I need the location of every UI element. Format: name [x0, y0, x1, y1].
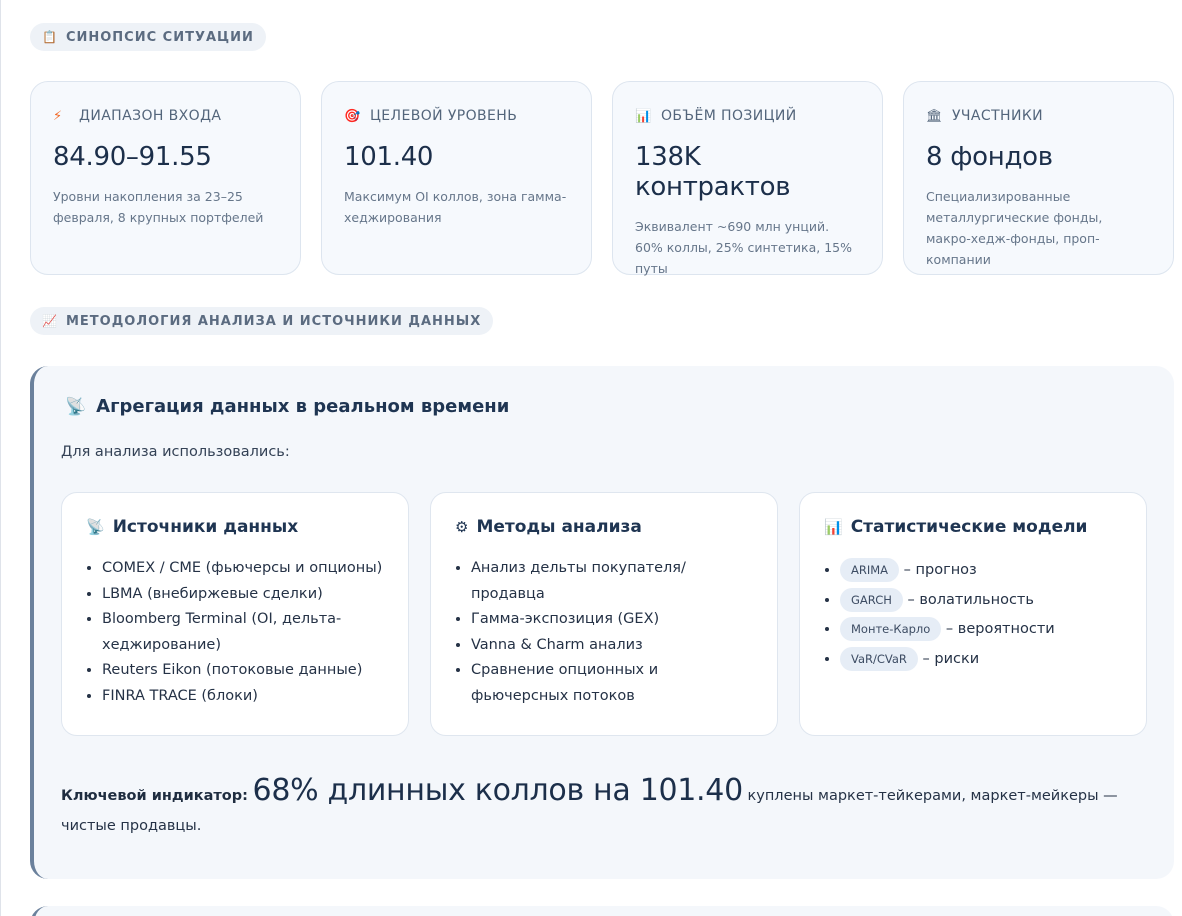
card-value: 138K контрактов: [635, 142, 791, 202]
key-indicator-label: Ключевой индикатор:: [61, 788, 248, 804]
card-entry-range: ⚡ ДИАПАЗОН ВХОДА 84.90–91.55 Уровни нако…: [30, 81, 301, 275]
list-item: ARIMA – прогноз: [840, 556, 1122, 586]
next-panel-edge: [30, 906, 1174, 916]
clipboard-icon: 📋: [42, 30, 58, 44]
key-indicator: Ключевой индикатор: 68% длинных коллов н…: [61, 776, 1147, 841]
satellite-icon: 📡: [65, 396, 87, 417]
model-description: – волатильность: [907, 591, 1034, 608]
target-icon: 🎯: [344, 108, 361, 124]
column-data-sources: 📡 Источники данных COMEX / CME (фьючерсы…: [61, 492, 409, 736]
models-list: ARIMA – прогноз GARCH – волатильность Мо…: [824, 556, 1122, 674]
card-participants: 🏛 УЧАСТНИКИ 8 фондов Специализированные …: [903, 81, 1174, 275]
section-pill-methodology: 📈 МЕТОДОЛОГИЯ АНАЛИЗА И ИСТОЧНИКИ ДАННЫХ: [30, 307, 494, 335]
card-description: Специализированные металлургические фонд…: [926, 189, 1103, 267]
card-label: ЦЕЛЕВОЙ УРОВЕНЬ: [370, 108, 518, 124]
card-value: 101.40: [344, 142, 434, 172]
section-pill-label: СИНОПСИС СИТУАЦИИ: [65, 29, 254, 45]
list-item: LBMA (внебиржевые сделки): [102, 582, 384, 608]
card-description: Уровни накопления за 23–25 февраля, 8 кр…: [53, 189, 264, 225]
model-description: – вероятности: [945, 621, 1055, 637]
card-label: ОБЪЁМ ПОЗИЦИЙ: [661, 108, 797, 124]
bank-icon: 🏛: [926, 108, 943, 124]
column-title: Статистические модели: [850, 517, 1088, 537]
list-item: Монте-Карло – вероятности: [840, 615, 1122, 645]
gear-icon: ⚙: [455, 518, 469, 536]
list-item: FINRA TRACE (блоки): [102, 684, 384, 710]
list-item: Гамма-экспозиция (GEX): [471, 607, 753, 633]
analysis-columns: 📡 Источники данных COMEX / CME (фьючерсы…: [61, 492, 1147, 736]
card-label: УЧАСТНИКИ: [952, 108, 1044, 124]
model-tag: VaR/CVaR: [840, 646, 918, 671]
list-item: VaR/CVaR – риски: [840, 645, 1122, 675]
column-title: Источники данных: [112, 517, 299, 537]
model-description: – прогноз: [903, 562, 977, 578]
satellite-icon: 📡: [86, 518, 105, 536]
model-tag: ARIMA: [840, 558, 900, 582]
list-item: GARCH – волатильность: [840, 586, 1122, 616]
card-target-level: 🎯 ЦЕЛЕВОЙ УРОВЕНЬ 101.40 Максимум OI кол…: [321, 81, 592, 275]
model-description: – риски: [922, 650, 980, 667]
chart-increasing-icon: 📈: [42, 314, 58, 328]
sources-list: COMEX / CME (фьючерсы и опционы) LBMA (в…: [86, 556, 384, 709]
section-pill-synopsis: 📋 СИНОПСИС СИТУАЦИИ: [30, 23, 266, 51]
lightning-icon: ⚡: [53, 108, 63, 124]
bar-chart-icon: 📊: [824, 518, 843, 536]
panel-title: Агрегация данных в реальном времени: [96, 396, 510, 417]
summary-cards: ⚡ ДИАПАЗОН ВХОДА 84.90–91.55 Уровни нако…: [30, 81, 1174, 276]
column-statistical-models: 📊 Статистические модели ARIMA – прогноз …: [799, 492, 1147, 736]
bar-chart-icon: 📊: [635, 108, 652, 124]
panel-intro: Для анализа использовались:: [61, 444, 290, 460]
model-tag: GARCH: [840, 587, 903, 612]
column-analysis-methods: ⚙ Методы анализа Анализ дельты покупател…: [430, 492, 778, 736]
card-position-volume: 📊 ОБЪЁМ ПОЗИЦИЙ 138K контрактов Эквивале…: [612, 81, 883, 276]
methods-list: Анализ дельты покупателя/продавца Гамма-…: [455, 556, 753, 709]
card-value: 8 фондов: [926, 142, 1053, 172]
list-item: Сравнение опционных и фьючерсных потоков: [471, 658, 753, 709]
data-aggregation-panel: 📡 Агрегация данных в реальном времени Дл…: [30, 366, 1174, 879]
card-label: ДИАПАЗОН ВХОДА: [79, 108, 222, 124]
card-description: Максимум OI коллов, зона гамма-хеджирова…: [344, 189, 567, 225]
list-item: Анализ дельты покупателя/продавца: [471, 556, 753, 607]
list-item: Vanna & Charm анализ: [471, 633, 753, 659]
key-indicator-value: 68% длинных коллов на 101.40: [252, 773, 744, 808]
column-title: Методы анализа: [476, 517, 642, 537]
list-item: COMEX / CME (фьючерсы и опционы): [102, 556, 384, 582]
list-item: Reuters Eikon (потоковые данные): [102, 658, 384, 684]
card-value: 84.90–91.55: [53, 142, 212, 172]
list-item: Bloomberg Terminal (OI, дельта-хеджирова…: [102, 607, 384, 658]
model-tag: Монте-Карло: [840, 617, 942, 641]
section-pill-label: МЕТОДОЛОГИЯ АНАЛИЗА И ИСТОЧНИКИ ДАННЫХ: [65, 313, 482, 329]
card-description: Эквивалент ~690 млн унций. 60% коллы, 25…: [635, 219, 852, 276]
